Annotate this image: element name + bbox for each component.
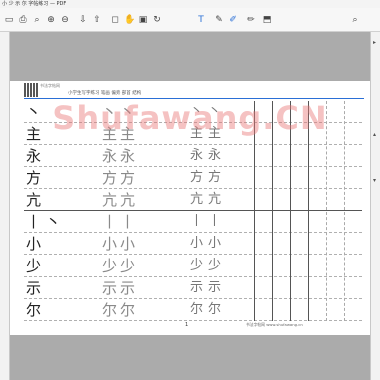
draw-icon[interactable]: ✏ <box>246 15 256 25</box>
guide-character: 示 <box>208 280 222 295</box>
trace-character: 小 <box>102 235 118 253</box>
guide-character: 少 <box>190 258 204 273</box>
model-character: 丶 <box>26 103 42 121</box>
guide-character: 尔 <box>208 302 222 317</box>
page-footer: 书法字帖网 www.shufawang.cn <box>246 322 303 327</box>
highlight-icon[interactable]: ✐ <box>228 15 238 25</box>
practice-row: 永永永永永 <box>24 145 362 167</box>
page-up-icon[interactable]: ⇧ <box>92 15 102 25</box>
model-character: 主 <box>26 125 42 143</box>
trace-character: 少 <box>120 257 136 275</box>
trace-character: 永 <box>120 147 136 165</box>
stamp-icon[interactable]: ⬒ <box>262 15 272 25</box>
scroll-up-icon[interactable]: ▴ <box>373 132 379 138</box>
model-character: 亢 <box>26 191 42 209</box>
panel-icon[interactable]: ▸ <box>373 40 379 46</box>
trace-character: 少 <box>102 257 118 275</box>
trace-character: 方 <box>120 169 136 187</box>
guide-character: 小 <box>190 236 204 251</box>
trace-character: 丨 <box>102 213 118 231</box>
zoom-out-icon[interactable]: ⊖ <box>60 15 70 25</box>
window-title: 小 少 示 尔 字帖练习 — PDF <box>0 0 380 8</box>
guide-character: 丨 <box>190 214 204 229</box>
brand-label: 书法字帖网 <box>40 83 60 88</box>
trace-character: 亢 <box>120 191 136 209</box>
guide-character: 永 <box>208 148 222 163</box>
model-character: 示 <box>26 279 42 297</box>
model-character: 永 <box>26 147 42 165</box>
practice-row: 丨 丶丨丨丨丨 <box>24 211 362 233</box>
guide-character: 尔 <box>190 302 204 317</box>
practice-row: 尔尔尔尔尔 <box>24 299 362 321</box>
left-sidebar <box>0 32 10 380</box>
guide-character: 小 <box>208 236 222 251</box>
watermark: Shufawang.CN <box>52 99 328 137</box>
text-icon[interactable]: T <box>196 15 206 25</box>
guide-character: 少 <box>208 258 222 273</box>
hand-icon[interactable]: ✋ <box>124 15 135 25</box>
trace-character: 小 <box>120 235 136 253</box>
comment-icon[interactable]: ✎ <box>214 15 224 25</box>
save-icon[interactable]: ▭ <box>4 15 14 25</box>
right-sidebar: ▸ ▴ ▾ <box>370 32 380 380</box>
trace-character: 丨 <box>120 213 136 231</box>
guide-character: 永 <box>190 148 204 163</box>
practice-row: 示示示示示 <box>24 277 362 299</box>
model-character: 方 <box>26 169 42 187</box>
guide-character: 亢 <box>190 192 204 207</box>
toolbar: ▭ ⎙ ⌕ ⊕ ⊖ ⇩ ⇧ ◻ ✋ ▣ ↻ T ✎ ✐ ✏ ⬒ ⌕ <box>0 8 380 32</box>
page-number: 1 <box>185 322 189 328</box>
fit-page-icon[interactable]: ◻ <box>110 15 120 25</box>
find-icon[interactable]: ⌕ <box>32 15 42 25</box>
header-subtitle: 小学生写字练习 笔画 偏旁 部首 结构 <box>68 91 142 96</box>
page-down-icon[interactable]: ⇩ <box>78 15 88 25</box>
model-character: 尔 <box>26 301 42 319</box>
scroll-down-icon[interactable]: ▾ <box>373 178 379 184</box>
trace-character: 示 <box>120 279 136 297</box>
page-header: 书法字帖网 小学生写字练习 笔画 偏旁 部首 结构 <box>24 83 364 99</box>
select-icon[interactable]: ▣ <box>138 15 148 25</box>
print-icon[interactable]: ⎙ <box>18 15 28 25</box>
practice-row: 小小小小小 <box>24 233 362 255</box>
guide-character: 示 <box>190 280 204 295</box>
zoom-in-icon[interactable]: ⊕ <box>46 15 56 25</box>
guide-character: 方 <box>190 170 204 185</box>
trace-character: 尔 <box>120 301 136 319</box>
practice-row: 方方方方方 <box>24 167 362 189</box>
guide-character: 亢 <box>208 192 222 207</box>
model-character: 少 <box>26 257 42 275</box>
model-character: 小 <box>26 235 42 253</box>
trace-character: 永 <box>102 147 118 165</box>
trace-character: 方 <box>102 169 118 187</box>
qr-code <box>24 83 38 97</box>
guide-character: 丨 <box>208 214 222 229</box>
rotate-icon[interactable]: ↻ <box>152 15 162 25</box>
search-icon[interactable]: ⌕ <box>350 15 360 25</box>
guide-character: 方 <box>208 170 222 185</box>
practice-row: 亢亢亢亢亢 <box>24 189 362 211</box>
trace-character: 示 <box>102 279 118 297</box>
trace-character: 亢 <box>102 191 118 209</box>
trace-character: 尔 <box>102 301 118 319</box>
column-guide <box>344 101 345 321</box>
practice-row: 少少少少少 <box>24 255 362 277</box>
model-character: 丨 丶 <box>26 213 61 231</box>
